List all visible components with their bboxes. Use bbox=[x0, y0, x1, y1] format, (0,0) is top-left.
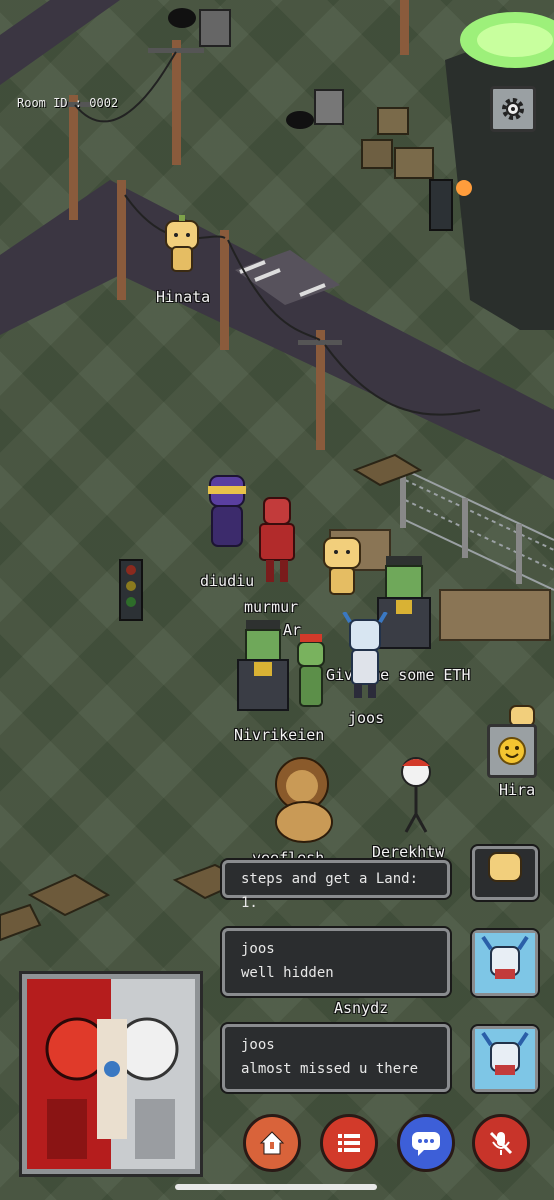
bear-avatar-icon bbox=[488, 852, 522, 882]
bench bbox=[27, 873, 111, 917]
player-portrait[interactable] bbox=[22, 974, 200, 1174]
player-joos[interactable] bbox=[342, 610, 388, 702]
chat-avatar[interactable] bbox=[472, 930, 538, 996]
bench bbox=[0, 903, 42, 942]
settings-button[interactable] bbox=[490, 86, 536, 132]
blue-robot-avatar-icon bbox=[475, 1029, 535, 1089]
list-button[interactable] bbox=[320, 1114, 378, 1172]
chat-avatar[interactable] bbox=[472, 846, 538, 900]
chat-button[interactable] bbox=[397, 1114, 455, 1172]
player-hinata[interactable] bbox=[160, 215, 204, 275]
player-murmur[interactable] bbox=[250, 488, 304, 588]
room-id-label: Room ID : 0002 bbox=[17, 96, 119, 110]
home-indicator[interactable] bbox=[175, 1184, 377, 1190]
portrait-artwork bbox=[27, 979, 195, 1169]
bear-avatar-sprite bbox=[323, 537, 361, 595]
game-scene[interactable]: Room ID : 0002 Hinata diudiu murmur Ar G… bbox=[0, 0, 554, 1200]
chat-message: joos almost missed u there bbox=[222, 1024, 450, 1092]
player-name-hira: Hira bbox=[499, 781, 536, 799]
chat-avatar[interactable] bbox=[472, 1026, 538, 1092]
player-name-hinata: Hinata bbox=[156, 288, 211, 306]
smiley-icon bbox=[498, 737, 526, 765]
frankenstein-avatar-sprite bbox=[237, 620, 289, 711]
mute-button[interactable] bbox=[472, 1114, 530, 1172]
blue-robot-avatar-icon bbox=[475, 933, 535, 993]
chat-sender: joos bbox=[241, 941, 275, 957]
emote-button[interactable] bbox=[487, 724, 537, 778]
chat-message: steps and get a Land: 1. bbox=[222, 860, 450, 911]
road-upper bbox=[0, 0, 120, 85]
home-button[interactable] bbox=[243, 1114, 301, 1172]
chat-message: joos well hidden bbox=[222, 928, 450, 996]
player-yeeflesh[interactable] bbox=[262, 752, 344, 844]
gear-icon bbox=[502, 98, 524, 120]
purple-avatar-sprite bbox=[208, 475, 246, 547]
home-icon bbox=[259, 1131, 285, 1155]
player-nivrikeien[interactable] bbox=[232, 620, 294, 720]
player-derekhtw[interactable] bbox=[394, 752, 440, 836]
player-name-joos: joos bbox=[348, 709, 385, 727]
chat-message-text: well hidden bbox=[241, 965, 334, 981]
green-creature-avatar-sprite bbox=[297, 634, 325, 707]
player-name-diudiu: diudiu bbox=[200, 572, 255, 590]
player-name-nivrikeien: Nivrikeien bbox=[234, 726, 325, 744]
player-diudiu[interactable] bbox=[202, 468, 252, 558]
player-bear-2[interactable] bbox=[318, 530, 366, 600]
bear-avatar-sprite bbox=[165, 215, 199, 272]
chat-message-text: steps and get a Land: 1. bbox=[241, 871, 419, 911]
chat-message-text: almost missed u there bbox=[241, 1061, 419, 1077]
lion-avatar-sprite bbox=[275, 757, 333, 843]
player-name-murmur: murmur bbox=[244, 598, 299, 616]
bench bbox=[352, 453, 423, 487]
stick-figure-avatar-sprite bbox=[401, 757, 431, 833]
chat-sender: joos bbox=[241, 1037, 275, 1053]
list-icon bbox=[338, 1134, 360, 1152]
blue-robot-avatar-sprite bbox=[342, 610, 388, 698]
player-name-asnydz: Asnydz bbox=[334, 999, 389, 1017]
player-name-derekhtw: Derekhtw bbox=[372, 843, 445, 861]
chat-bubble-icon bbox=[412, 1132, 440, 1156]
player-green-small[interactable] bbox=[292, 632, 330, 716]
red-armor-avatar-sprite bbox=[259, 497, 295, 582]
mic-muted-icon bbox=[489, 1131, 513, 1155]
